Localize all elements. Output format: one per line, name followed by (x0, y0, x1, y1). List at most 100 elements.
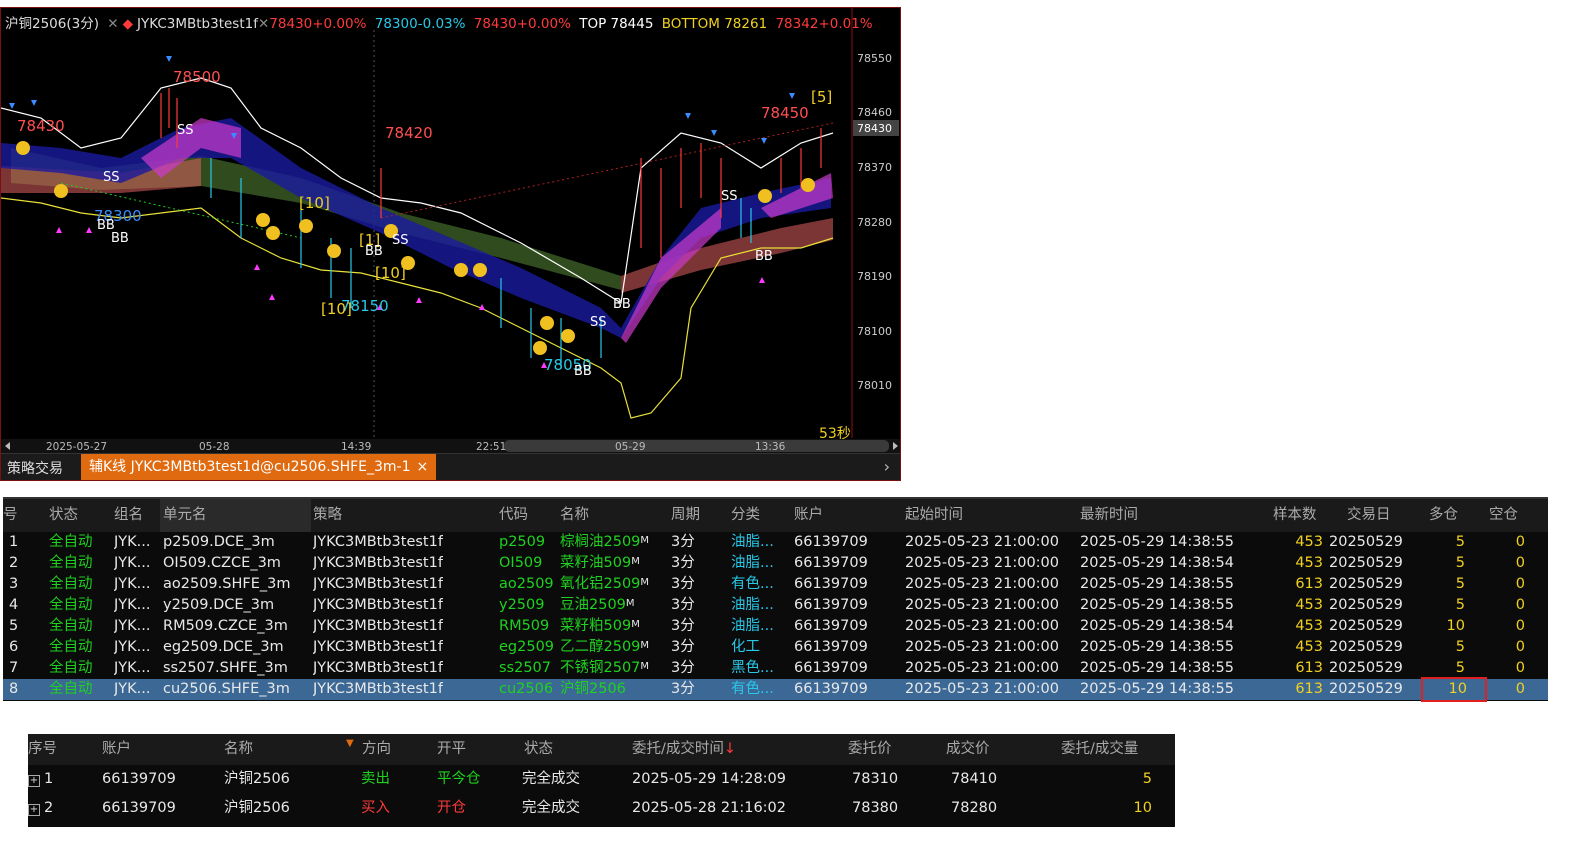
expand-icon[interactable]: + (28, 775, 40, 787)
cell-latest: 2025-05-29 14:38:55 (1080, 574, 1234, 595)
cell-time: 2025-05-29 14:28:09 (632, 765, 786, 794)
column-header[interactable]: 策略 (313, 499, 342, 532)
table-row[interactable]: 8 全自动 JYK... cu2506.SHFE_3m JYKC3MBtb3test1f… (3, 677, 1548, 702)
cell-group: JYK... (114, 679, 150, 700)
column-header[interactable]: 交易日 (1347, 499, 1391, 532)
price-tick: 78460 (857, 106, 892, 119)
cell-name: 氧化铝2509M (560, 574, 649, 595)
cell-start: 2025-05-23 21:00:00 (905, 637, 1059, 658)
cell-status: 全自动 (49, 616, 93, 637)
cell-tradedate: 20250529 (1329, 679, 1403, 700)
cell-start-text: 2025-05-23 21:00:00 (905, 681, 1059, 697)
column-header[interactable]: 开平 (437, 734, 466, 765)
price-tick: 78010 (857, 379, 892, 392)
table-header: 号 状态 组名 单元名 策略 代码 名称 周期 分类 账户 起始时间 最新时间 … (3, 499, 1548, 532)
table-row[interactable]: 4 全自动 JYK... y2509.DCE_3m JYKC3MBtb3test1f y2… (3, 595, 1548, 616)
cell-long-text: 10 (1446, 618, 1465, 634)
cell-start: 2025-05-23 21:00:00 (905, 595, 1059, 616)
column-header[interactable]: 账户 (794, 499, 823, 532)
expand-icon[interactable]: + (28, 804, 40, 816)
column-header-label: 方向 (362, 741, 391, 757)
column-header[interactable]: ▼ 方向 (346, 734, 391, 765)
column-header[interactable]: 状态 (49, 499, 78, 532)
cell-dir: 买入 (361, 794, 390, 823)
cell-code-text: y2509 (499, 597, 545, 613)
cell-name: 沪铜2506 (560, 679, 626, 700)
cell-long: 5 (1423, 658, 1465, 679)
cell-order_price: 78380 (852, 794, 898, 823)
table-row[interactable]: 1 全自动 JYK... p2509.DCE_3m JYKC3MBtb3test1f p2… (3, 532, 1548, 553)
cell-unit-text: ao2509.SHFE_3m (163, 576, 291, 592)
cell-no-text: 8 (9, 681, 19, 697)
cell-status-text: 全自动 (49, 639, 93, 655)
column-header[interactable]: 号 (3, 499, 18, 532)
annotation-78420: 78420 (385, 124, 433, 142)
cell-account-text: 66139709 (794, 681, 868, 697)
table-row[interactable]: +1 66139709 沪铜2506 卖出 平今仓 完全成交 2025-05-29 14:2… (28, 765, 1175, 794)
cell-start: 2025-05-23 21:00:00 (905, 574, 1059, 595)
cell-unit-text: p2509.DCE_3m (163, 534, 275, 550)
cell-long-text: 5 (1455, 534, 1465, 550)
cell-short: 0 (1483, 553, 1525, 574)
tab-aux-kline[interactable]: 辅K线 JYKC3MBtb3test1d@cu2506.SHFE_3m-1 × (81, 454, 437, 480)
column-header[interactable]: 委托价 (848, 734, 892, 765)
tab-aux-kline-label: 辅K线 JYKC3MBtb3test1d@cu2506.SHFE_3m-1 (89, 459, 411, 475)
cell-latest: 2025-05-29 14:38:55 (1080, 532, 1234, 553)
cell-code-text: RM509 (499, 618, 550, 634)
close-icon[interactable]: × (417, 459, 429, 475)
table-row[interactable]: 7 全自动 JYK... ss2507.SHFE_3m JYKC3MBtb3test1f… (3, 658, 1548, 679)
cell-tradedate: 20250529 (1329, 658, 1403, 679)
table-row[interactable]: 3 全自动 JYK... ao2509.SHFE_3m JYKC3MBtb3test1f… (3, 574, 1548, 595)
chevron-right-icon[interactable]: › (884, 457, 890, 476)
column-header[interactable]: 委托/成交量 (1061, 734, 1138, 765)
cell-account: 66139709 (794, 637, 868, 658)
column-header[interactable]: 委托/成交时间↓ (632, 734, 736, 765)
cell-group: JYK... (114, 637, 150, 658)
column-header[interactable]: 名称 (224, 734, 253, 765)
signal-ss: SS (103, 170, 120, 185)
column-header[interactable]: 空仓 (1489, 499, 1518, 532)
column-header[interactable]: 序号 (28, 734, 57, 765)
signal-ss: SS (392, 233, 409, 248)
column-header[interactable]: 起始时间 (905, 499, 963, 532)
tab-strategy-trading[interactable]: 策略交易 (7, 458, 63, 478)
column-header[interactable]: 状态 (524, 734, 553, 765)
cell-latest: 2025-05-29 14:38:55 (1080, 679, 1234, 700)
signal-bb: BB (365, 244, 383, 259)
cell-name-text: 菜籽粕509 (560, 618, 632, 634)
cell-samples-text: 453 (1295, 618, 1323, 634)
column-header[interactable]: 代码 (499, 499, 528, 532)
chart-panel[interactable]: 沪铜2506(3分) ✕ ◆ JYKC3MBtb3test1f✕78430+0.00… (0, 7, 901, 481)
cell-name: 菜籽粕509M (560, 616, 640, 637)
cell-account-text: 66139709 (102, 771, 176, 787)
cell-category: 有色... (731, 574, 774, 595)
cell-long: 5 (1423, 553, 1465, 574)
cell-short-text: 0 (1515, 618, 1525, 634)
column-header[interactable]: 样本数 (1273, 499, 1317, 532)
cell-latest: 2025-05-29 14:38:55 (1080, 658, 1234, 679)
filter-icon[interactable]: ▼ (346, 728, 354, 759)
table-row[interactable]: 5 全自动 JYK... RM509.CZCE_3m JYKC3MBtb3test1f R… (3, 616, 1548, 637)
cell-strategy: JYKC3MBtb3test1f (313, 637, 443, 658)
cell-account-text: 66139709 (794, 618, 868, 634)
column-header[interactable]: 分类 (731, 499, 760, 532)
table-row[interactable]: 2 全自动 JYK... OI509.CZCE_3m JYKC3MBtb3test1f O… (3, 553, 1548, 574)
table-row[interactable]: +2 66139709 沪铜2506 买入 开仓 完全成交 2025-05-28 21:16… (28, 794, 1175, 823)
cell-tradedate: 20250529 (1329, 637, 1403, 658)
column-header[interactable]: 组名 (114, 499, 143, 532)
column-header[interactable]: 最新时间 (1080, 499, 1138, 532)
annotation-bracket-10: [10] (375, 264, 406, 282)
cell-group-text: JYK... (114, 618, 151, 634)
column-header[interactable]: 账户 (102, 734, 131, 765)
column-header[interactable]: 周期 (671, 499, 700, 532)
cell-start: 2025-05-23 21:00:00 (905, 616, 1059, 637)
column-header[interactable]: 成交价 (946, 734, 990, 765)
cell-short-text: 0 (1515, 576, 1525, 592)
time-scrollbar-thumb[interactable] (504, 440, 889, 452)
order-table: 序号 账户 名称 ▼ 方向 开平 状态 委托/成交时间↓ 委托价 成交价 委托/成… (28, 734, 1175, 827)
table-row[interactable]: 6 全自动 JYK... eg2509.DCE_3m JYKC3MBtb3test1f e… (3, 637, 1548, 658)
column-header[interactable]: 名称 (560, 499, 589, 532)
column-header[interactable]: 多仓 (1429, 499, 1458, 532)
price-chart[interactable]: 78500 78430 78420 78450 78300 78150 7805… (1, 8, 900, 454)
column-header[interactable]: 单元名 (160, 499, 311, 532)
